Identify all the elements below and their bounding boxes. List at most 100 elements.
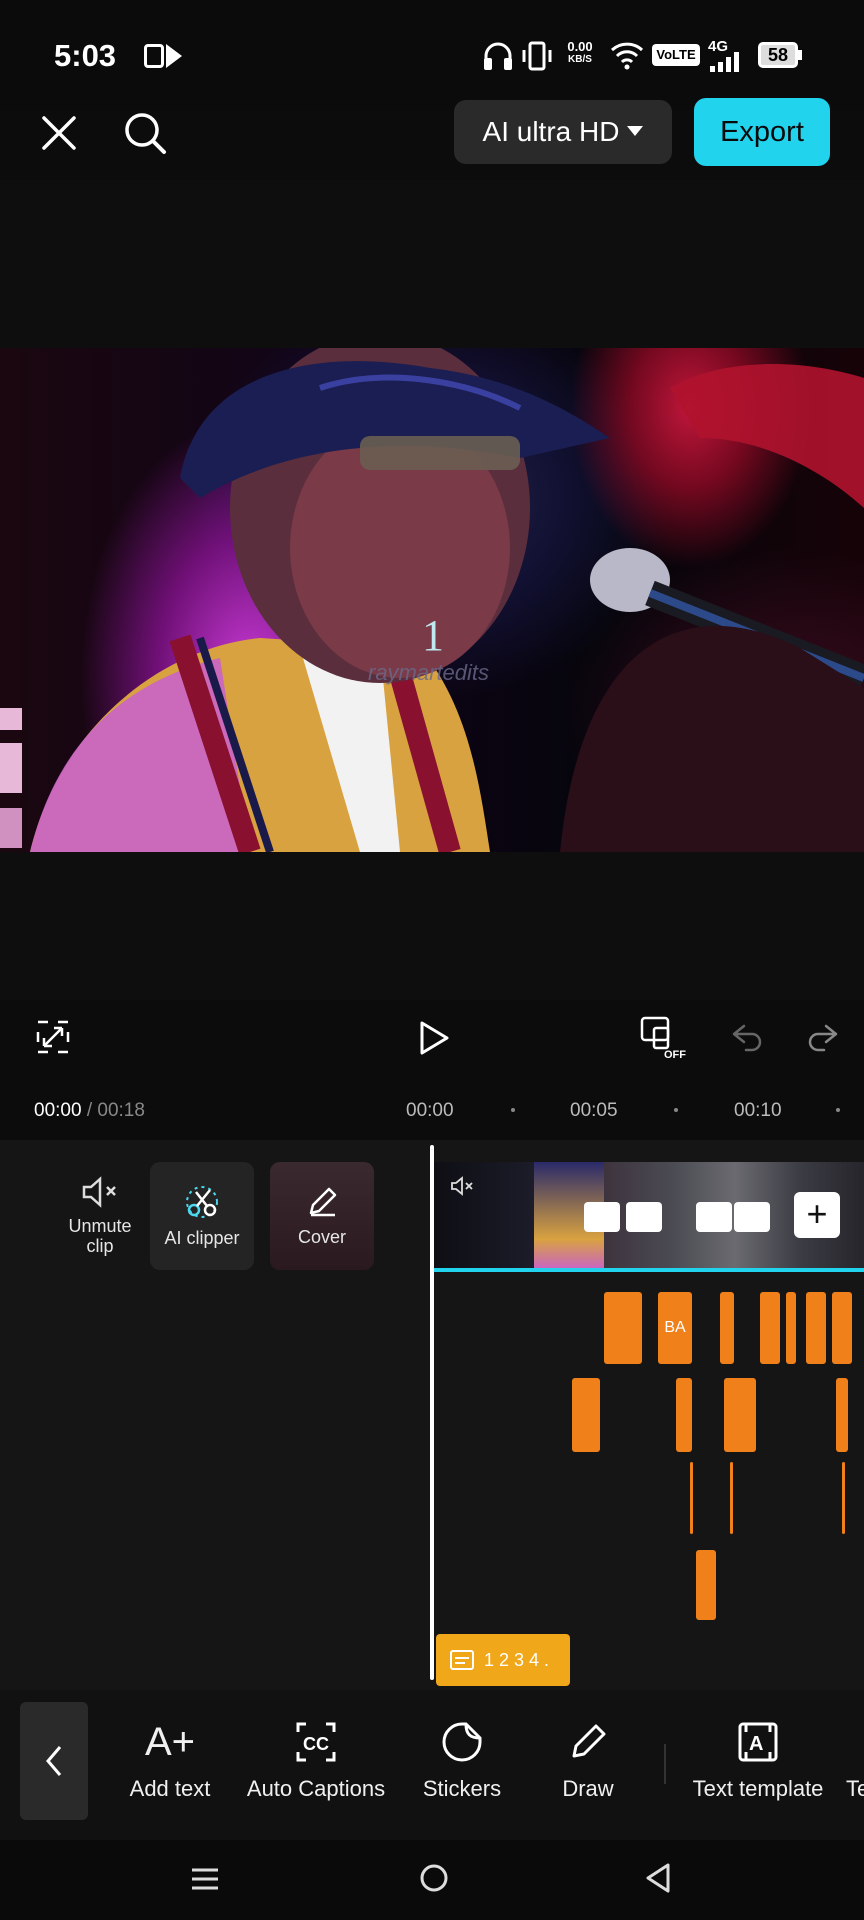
fullscreen-icon[interactable]	[36, 1020, 70, 1054]
svg-text:OFF: OFF	[664, 1049, 686, 1060]
effect-clip[interactable]	[760, 1292, 780, 1364]
menu-icon[interactable]	[190, 1864, 220, 1894]
back-button[interactable]	[20, 1702, 88, 1820]
add-text-label: Add text	[129, 1776, 211, 1801]
close-icon[interactable]	[40, 114, 78, 152]
wifi-icon	[610, 42, 644, 70]
sticker-icon	[442, 1722, 482, 1762]
battery-icon: 58	[758, 42, 798, 68]
play-status-icon	[166, 44, 182, 68]
battery-tip	[798, 50, 802, 60]
truncated-tool-label[interactable]: Te	[846, 1776, 864, 1802]
text-template-label: Text template	[692, 1776, 824, 1801]
total-time: 00:18	[97, 1100, 145, 1121]
effect-clip[interactable]	[604, 1292, 642, 1364]
effect-clip[interactable]: BA	[658, 1292, 692, 1364]
stickers-label: Stickers	[422, 1776, 502, 1801]
ruler-mark-10: 00:10	[734, 1100, 782, 1121]
video-frame-art	[0, 348, 864, 852]
caption-icon	[450, 1650, 474, 1670]
ruler-dot	[511, 1108, 515, 1112]
pencil-icon	[572, 1724, 606, 1758]
text-template-icon: A	[738, 1722, 778, 1762]
export-button[interactable]: Export	[694, 98, 830, 166]
caption-clip-text: 1 2 3 4 .	[484, 1649, 550, 1670]
time-display: 00:00 / 00:18	[34, 1100, 145, 1122]
overlay-number: 1	[422, 611, 444, 660]
video-clip-track[interactable]: +	[434, 1162, 864, 1272]
ruler-dot	[674, 1108, 678, 1112]
clip-thumbnail	[434, 1162, 534, 1272]
keyframe-off-icon[interactable]: OFF	[640, 1016, 690, 1060]
signal-icon	[710, 52, 739, 72]
audio-clip[interactable]	[676, 1378, 692, 1452]
effect-clip[interactable]	[832, 1292, 852, 1364]
cover-button[interactable]: Cover	[270, 1162, 374, 1270]
chevron-down-icon	[627, 126, 644, 136]
effect-clip[interactable]	[786, 1292, 796, 1364]
audio-clip[interactable]	[572, 1378, 600, 1452]
transition-marker[interactable]	[734, 1202, 770, 1232]
text-template-button[interactable]: A Text template	[684, 1720, 832, 1802]
toolbar-divider	[664, 1744, 666, 1784]
back-nav-icon[interactable]	[644, 1862, 672, 1894]
video-preview[interactable]: 1 raymartedits	[0, 348, 864, 852]
current-time: 00:00	[34, 1100, 82, 1121]
muted-icon	[451, 1176, 473, 1196]
cover-label: Cover	[297, 1226, 346, 1247]
ai-clipper-button[interactable]: AI clipper	[150, 1162, 254, 1270]
caption-fragment: BA	[664, 1319, 686, 1336]
captions-icon: CC	[296, 1722, 336, 1762]
effect-clip[interactable]	[806, 1292, 826, 1364]
quality-label: AI ultra HD	[482, 116, 620, 147]
svg-text:CC: CC	[303, 1734, 329, 1754]
sound-marker	[730, 1462, 733, 1534]
unmute-clip-button[interactable]: Unmute clip	[52, 1162, 148, 1270]
add-clip-button[interactable]: +	[794, 1192, 840, 1238]
speaker-muted-icon	[82, 1176, 116, 1208]
search-icon[interactable]	[122, 110, 168, 156]
effect-clip[interactable]	[720, 1292, 734, 1364]
transition-marker[interactable]	[626, 1202, 662, 1232]
net-speed-unit: KB/S	[568, 54, 592, 65]
draw-label: Draw	[562, 1776, 614, 1801]
audio-clip[interactable]	[724, 1378, 756, 1452]
chevron-left-icon	[46, 1746, 62, 1776]
ruler-mark-0: 00:00	[406, 1100, 454, 1121]
ruler-mark-5: 00:05	[570, 1100, 618, 1121]
ruler-dot	[836, 1108, 840, 1112]
auto-captions-button[interactable]: CC Auto Captions	[240, 1720, 392, 1802]
screen-record-icon	[144, 44, 164, 68]
play-icon[interactable]	[418, 1020, 450, 1056]
net-speed-value: 0.00	[567, 39, 593, 54]
add-text-button[interactable]: A+ Add text	[118, 1720, 222, 1802]
ai-scissors-icon	[186, 1185, 218, 1218]
watermark-text: raymartedits	[368, 660, 490, 685]
time-separator: /	[81, 1100, 98, 1121]
volte-badge: VoLTE	[652, 44, 700, 66]
unmute-clip-label: Unmute clip	[68, 1216, 132, 1256]
quality-dropdown[interactable]: AI ultra HD	[454, 100, 672, 164]
caption-clip[interactable]: 1 2 3 4 .	[436, 1634, 570, 1686]
audio-clip[interactable]	[836, 1378, 848, 1452]
svg-text:A: A	[749, 1733, 763, 1755]
sound-marker	[842, 1462, 845, 1534]
draw-button[interactable]: Draw	[540, 1720, 636, 1802]
pencil-icon	[309, 1187, 337, 1216]
stickers-button[interactable]: Stickers	[412, 1720, 512, 1802]
playhead[interactable]	[430, 1145, 434, 1680]
auto-captions-label: Auto Captions	[246, 1776, 386, 1801]
status-time: 5:03	[54, 38, 117, 73]
audio-line	[434, 1268, 864, 1272]
redo-icon[interactable]	[806, 1022, 840, 1052]
ai-clipper-label: AI clipper	[164, 1227, 240, 1248]
transition-marker[interactable]	[584, 1202, 620, 1232]
sound-marker	[690, 1462, 693, 1534]
home-icon[interactable]	[418, 1862, 450, 1894]
add-text-icon: A+	[144, 1720, 196, 1764]
vibrate-icon	[522, 41, 552, 71]
undo-icon[interactable]	[730, 1022, 764, 1052]
sticker-clip[interactable]	[696, 1550, 716, 1620]
transition-marker[interactable]	[696, 1202, 732, 1232]
headphones-icon	[484, 42, 512, 70]
